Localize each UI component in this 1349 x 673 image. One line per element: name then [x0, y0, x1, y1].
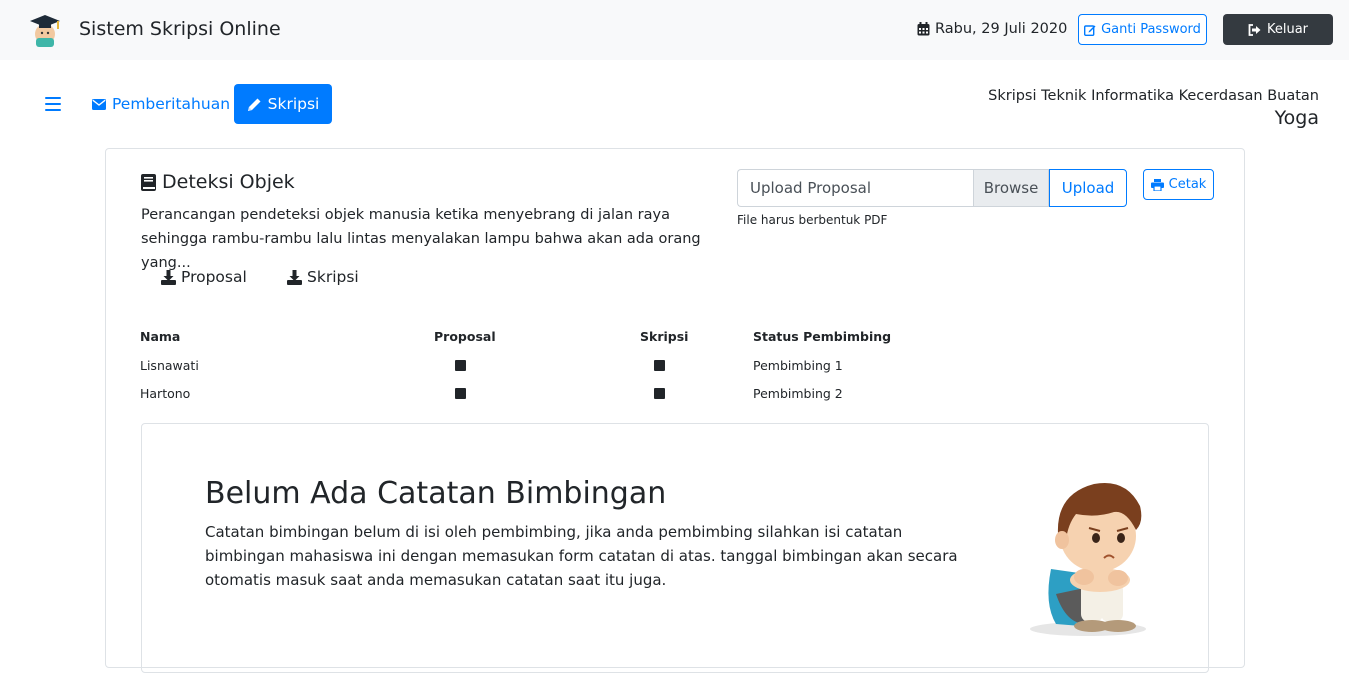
upload-file-input[interactable]: Upload Proposal	[737, 169, 973, 207]
proposal-status-icon	[455, 388, 466, 399]
program-title: Skripsi Teknik Informatika Kecerdasan Bu…	[988, 88, 1319, 104]
upload-help-text: File harus berbentuk PDF	[737, 213, 888, 227]
current-date: Rabu, 29 Juli 2020	[917, 21, 1067, 37]
keluar-label: Keluar	[1266, 22, 1309, 37]
page-header: Skripsi Teknik Informatika Kecerdasan Bu…	[988, 88, 1319, 129]
cetak-button[interactable]: Cetak	[1143, 169, 1214, 200]
download-proposal-button[interactable]: Proposal	[161, 268, 247, 286]
date-text: Rabu, 29 Juli 2020	[935, 21, 1068, 37]
nav-skripsi-label: Skripsi	[267, 95, 320, 113]
keluar-button[interactable]: Keluar	[1223, 14, 1333, 45]
calendar-icon	[917, 22, 930, 36]
edit-icon	[1084, 24, 1096, 36]
download-proposal-label: Proposal	[181, 268, 247, 286]
proposal-status-icon	[455, 360, 466, 371]
table-row-status: Pembimbing 1	[753, 358, 843, 373]
table-header-proposal: Proposal	[434, 329, 496, 344]
envelope-icon	[92, 98, 106, 110]
bars-icon[interactable]	[45, 97, 61, 111]
ganti-password-label: Ganti Password	[1101, 22, 1201, 37]
ganti-password-button[interactable]: Ganti Password	[1078, 14, 1207, 45]
app-brand[interactable]: Sistem Skripsi Online	[79, 18, 281, 40]
nav-skripsi[interactable]: Skripsi	[234, 84, 332, 124]
sad-boy-illustration	[1030, 482, 1146, 636]
download-icon	[287, 269, 302, 285]
table-row-nama: Lisnawati	[140, 358, 199, 373]
table-row-status: Pembimbing 2	[753, 386, 843, 401]
skripsi-status-icon	[654, 360, 665, 371]
nav-pemberitahuan[interactable]: Pemberitahuan	[92, 95, 230, 113]
graduation-logo-icon[interactable]	[28, 12, 62, 48]
cetak-label: Cetak	[1168, 177, 1207, 192]
browse-button[interactable]: Browse	[973, 169, 1049, 207]
notes-text: Catatan bimbingan belum di isi oleh pemb…	[205, 523, 958, 589]
print-icon	[1150, 178, 1164, 191]
table-row-nama: Hartono	[140, 386, 191, 401]
top-navbar: Sistem Skripsi Online Rabu, 29 Juli 2020…	[0, 0, 1349, 60]
download-icon	[161, 269, 176, 285]
table-header-nama: Nama	[140, 329, 181, 344]
table-header-skripsi: Skripsi	[640, 329, 689, 344]
thesis-title-text: Deteksi Objek	[162, 171, 295, 193]
student-name: Yoga	[1274, 107, 1319, 129]
thesis-title: Deteksi Objek	[141, 171, 295, 193]
nav-pemberitahuan-label: Pemberitahuan	[112, 95, 231, 113]
table-header-status: Status Pembimbing	[753, 329, 892, 344]
download-skripsi-label: Skripsi	[307, 268, 359, 286]
sign-out-icon	[1248, 23, 1261, 36]
thesis-description: Perancangan pendeteksi objek manusia ket…	[141, 207, 701, 271]
book-icon	[141, 173, 156, 191]
pencil-icon	[247, 98, 261, 111]
upload-button[interactable]: Upload	[1049, 169, 1127, 207]
skripsi-status-icon	[654, 388, 665, 399]
notes-title: Belum Ada Catatan Bimbingan	[205, 476, 667, 511]
upload-group: Upload Proposal Browse Upload	[737, 169, 1127, 207]
download-skripsi-button[interactable]: Skripsi	[287, 268, 359, 286]
